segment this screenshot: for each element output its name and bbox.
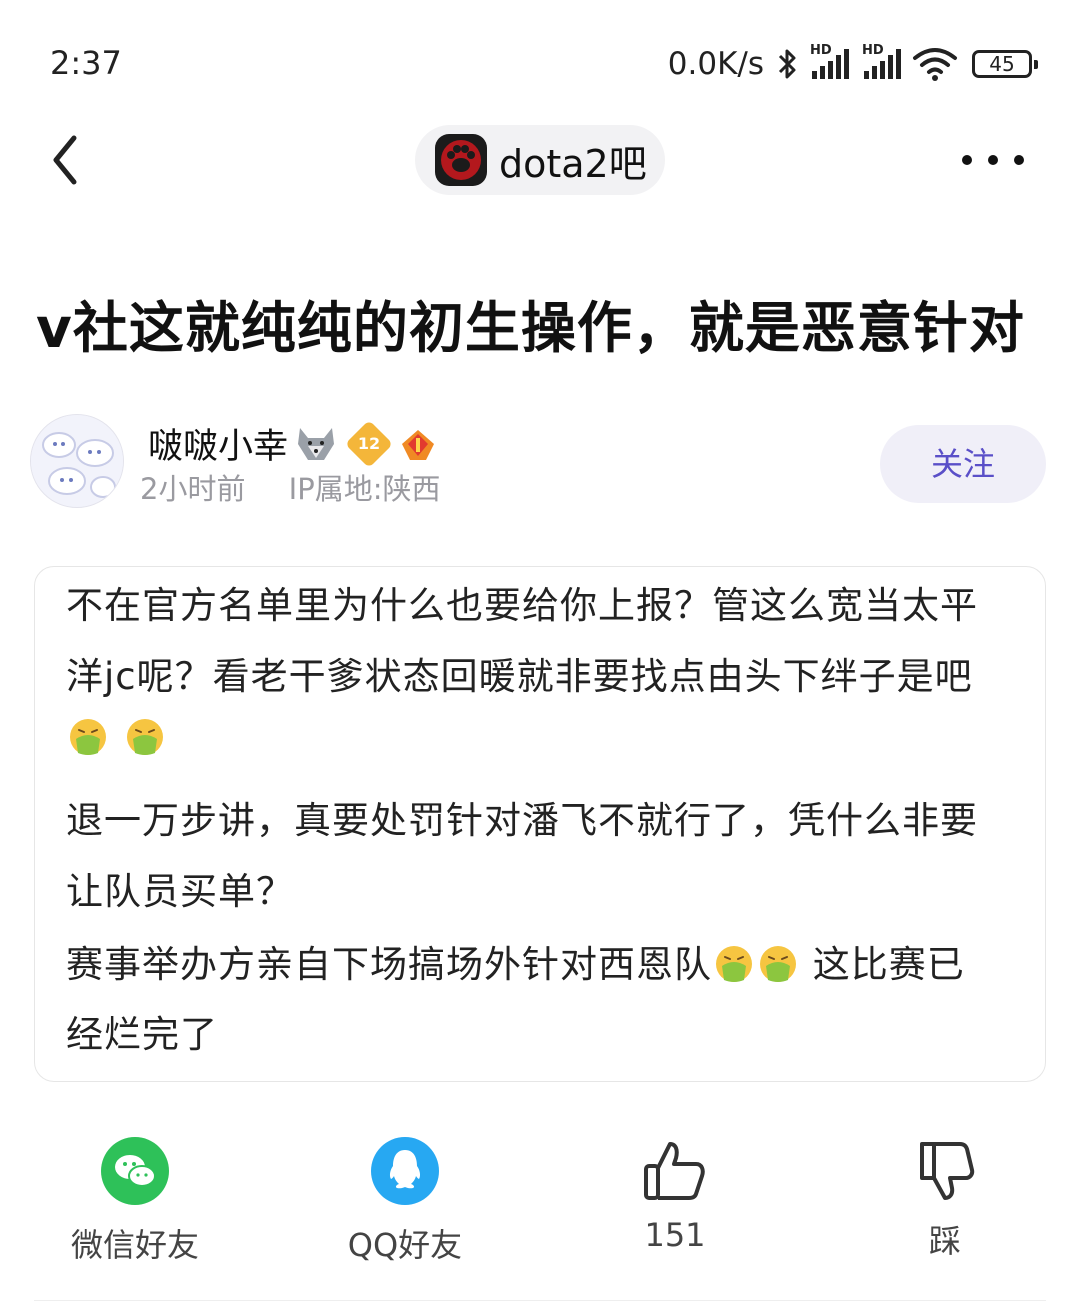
post-title: v社这就纯纯的初生操作，就是恶意针对 [36,296,1025,360]
wechat-icon [101,1137,169,1205]
content-line-1: 不在官方名单里为什么也要给你上报？管这么宽当太平 [66,584,978,627]
cell-signal-icon-2: HD [862,43,904,79]
network-speed: 0.0K/s [667,46,764,82]
level-badge-icon: 12 [344,419,394,468]
forum-name: dota2吧 [499,141,647,186]
like-button[interactable]: 151 [610,1136,740,1254]
status-time: 2:37 [50,44,122,82]
more-options-button[interactable] [962,150,1024,170]
battery-icon: 45 [972,50,1038,78]
thumbs-down-icon [920,1142,975,1200]
bluetooth-icon [778,49,796,79]
share-qq-button[interactable]: QQ好友 [340,1136,470,1266]
vomit-emoji-icon [126,719,163,755]
wifi-icon [913,48,957,81]
divider [34,1300,1046,1301]
wechat-label: 微信好友 [70,1226,199,1264]
vomit-emoji-icon [760,946,796,982]
forum-link[interactable]: dota2吧 [415,125,665,195]
avatar[interactable] [30,414,124,508]
post-time: 2小时前 [140,472,246,506]
qq-icon [371,1137,439,1205]
wolf-emoji-icon [298,427,335,460]
back-button[interactable] [44,130,94,190]
qq-label: QQ好友 [347,1226,463,1264]
vomit-emoji-icon [716,946,752,982]
content-line-4: 让队员买单？ [66,870,294,913]
thumbs-up-icon [644,1142,705,1200]
status-icons: 0.0K/s HD HD 45 [667,43,1038,84]
avatar-image [31,415,123,507]
share-wechat-button[interactable]: 微信好友 [70,1136,200,1266]
author-name: 啵啵小幸 [148,427,289,467]
forum-logo [435,134,487,186]
like-count: 151 [644,1216,706,1254]
author-name-row[interactable]: 啵啵小幸 12 [148,418,438,469]
vomit-emoji-icon [70,719,106,755]
content-line-5: 赛事举办方亲自下场搞场外针对西恩队 这比赛已 [66,943,965,986]
cell-signal-icon: HD [810,43,852,79]
paw-icon [441,140,481,180]
content-line-6: 经烂完了 [66,1013,218,1056]
dislike-button[interactable]: 踩 [880,1136,1010,1262]
dislike-label: 踩 [928,1222,961,1260]
ip-location: IP属地:陕西 [288,472,441,506]
follow-button[interactable]: 关注 [880,425,1046,503]
post-meta: 2小时前 IP属地:陕西 [140,466,440,508]
rank-badge-icon [402,429,435,460]
content-line-2: 洋jc呢？看老干爹状态回暖就非要找点由头下绊子是吧 [66,655,973,698]
emoji-row [66,716,167,759]
content-line-3: 退一万步讲，真要处罚针对潘飞不就行了，凭什么非要 [66,799,978,842]
